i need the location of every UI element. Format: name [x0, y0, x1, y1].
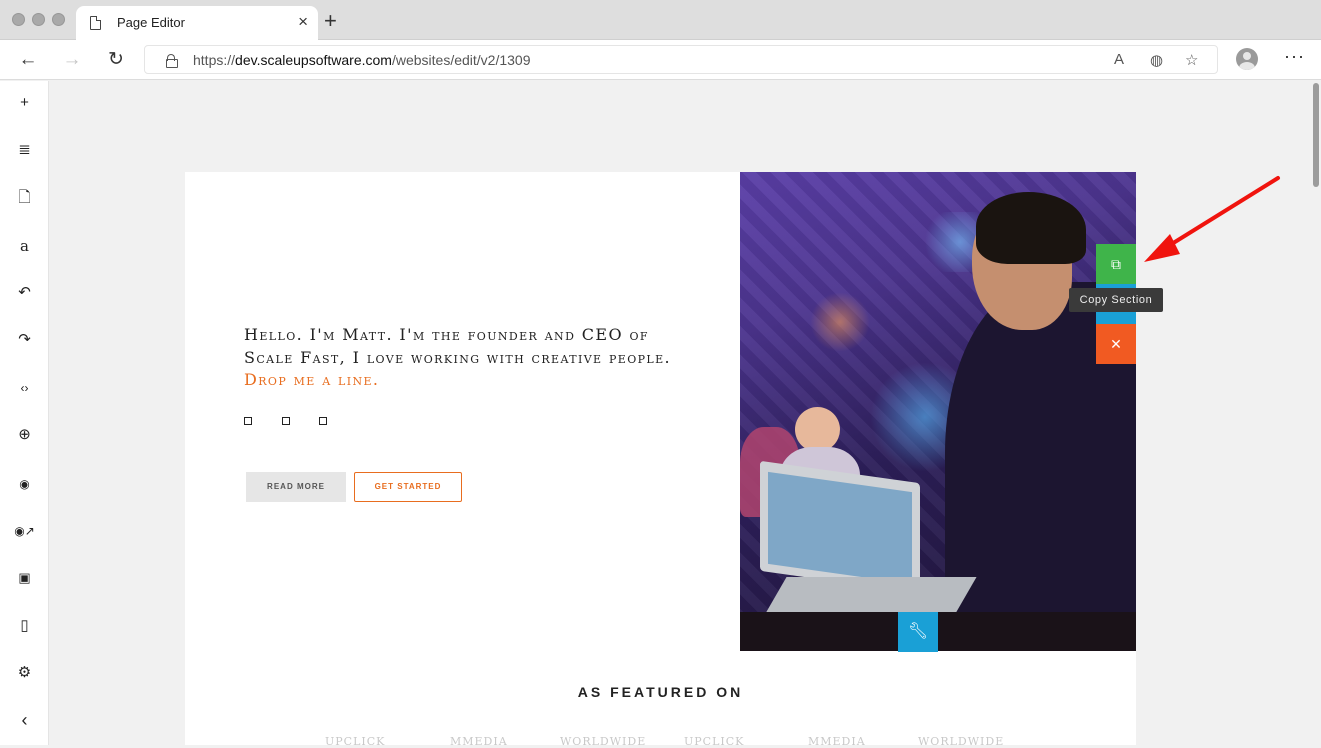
save-icon[interactable]: ▣ [0, 563, 49, 593]
social-icon[interactable] [319, 417, 327, 425]
scrollbar-thumb[interactable] [1313, 83, 1319, 187]
clipboard-icon[interactable]: ▯ [0, 611, 49, 641]
audience-member [795, 407, 840, 452]
edit-image-button[interactable]: 🔧︎ [898, 612, 938, 652]
delete-section-button[interactable]: ✕ [1096, 324, 1136, 364]
close-tab-icon[interactable]: × [298, 12, 308, 32]
close-window-button[interactable] [12, 13, 25, 26]
hero-image[interactable] [740, 172, 1136, 651]
redo-icon[interactable]: ↷ [0, 325, 49, 355]
minimize-window-button[interactable] [32, 13, 45, 26]
copy-icon: ⧉ [1111, 256, 1121, 272]
typography-icon[interactable]: a [0, 231, 49, 261]
featured-logo: UPCLICK [684, 735, 745, 748]
tracking-prevention-icon[interactable]: ◍ [1150, 51, 1163, 69]
podium [740, 612, 1136, 651]
annotation-arrow [1144, 176, 1280, 262]
social-icon[interactable] [244, 417, 252, 425]
speaker-hair [976, 192, 1086, 264]
profile-avatar[interactable] [1236, 48, 1258, 70]
close-icon: ✕ [1110, 336, 1122, 352]
back-button[interactable]: ← [16, 48, 40, 72]
url-text: https://dev.scaleupsoftware.com/websites… [193, 52, 531, 68]
lock-icon [166, 54, 178, 68]
new-tab-button[interactable]: + [324, 10, 337, 32]
featured-logo: WORLDWIDE [918, 735, 1005, 748]
featured-logo: UPCLICK [325, 735, 386, 748]
copy-section-tooltip: Copy Section [1069, 288, 1163, 312]
layers-icon[interactable]: ≣ [0, 135, 49, 165]
featured-logo: WORLDWIDE [560, 735, 647, 748]
hero-text[interactable]: Hello. I'm Matt. I'm the founder and CEO… [244, 324, 704, 392]
browser-toolbar: ← → ↻ https://dev.scaleupsoftware.com/we… [0, 40, 1321, 80]
featured-logo: MMEDIA [450, 735, 508, 748]
read-more-button[interactable]: READ MORE [246, 472, 346, 502]
page-icon [90, 16, 101, 30]
undo-icon[interactable]: ↶ [0, 278, 49, 308]
wrench-icon: 🔧︎ [907, 623, 929, 640]
get-started-button[interactable]: GET STARTED [354, 472, 462, 502]
read-aloud-icon[interactable]: A [1114, 51, 1124, 68]
settings-icon[interactable]: ⚙ [0, 658, 49, 688]
browser-tab[interactable]: Page Editor × [76, 6, 318, 40]
editor-sidebar: + ≣ 🗋 a ↶ ↷ ‹› ⊕ ◉ ◉↗ ▣ ▯ ⚙ ‹ [0, 81, 49, 745]
address-bar[interactable]: https://dev.scaleupsoftware.com/websites… [144, 45, 1218, 74]
scrollbar[interactable] [1311, 81, 1321, 745]
hero-line-1: Hello. I'm Matt. I'm the founder and CEO… [244, 325, 649, 344]
zoom-icon[interactable]: ⊕ [0, 420, 49, 450]
hero-line-2: Scale Fast, I love working with creative… [244, 347, 672, 367]
tab-title: Page Editor [117, 15, 185, 30]
light-glow [810, 292, 870, 352]
contact-link[interactable]: Drop me a line. [244, 369, 704, 392]
zoom-window-button[interactable] [52, 13, 65, 26]
social-icon[interactable] [282, 417, 290, 425]
featured-logo: MMEDIA [808, 735, 866, 748]
page-icon[interactable]: 🗋 [0, 183, 49, 213]
forward-button[interactable]: → [60, 48, 84, 72]
reload-button[interactable]: ↻ [104, 48, 128, 72]
more-menu-icon[interactable]: ··· [1284, 46, 1305, 67]
add-icon[interactable]: + [0, 88, 49, 118]
favorites-icon[interactable]: ☆ [1185, 51, 1198, 69]
laptop-keyboard [763, 577, 977, 617]
featured-heading: AS FEATURED ON [577, 684, 744, 700]
preview-external-icon[interactable]: ◉↗ [0, 516, 49, 546]
preview-icon[interactable]: ◉ [0, 469, 49, 499]
code-icon[interactable]: ‹› [0, 373, 49, 403]
collapse-icon[interactable]: ‹ [0, 705, 49, 735]
browser-tab-bar: Page Editor × + [0, 0, 1321, 40]
